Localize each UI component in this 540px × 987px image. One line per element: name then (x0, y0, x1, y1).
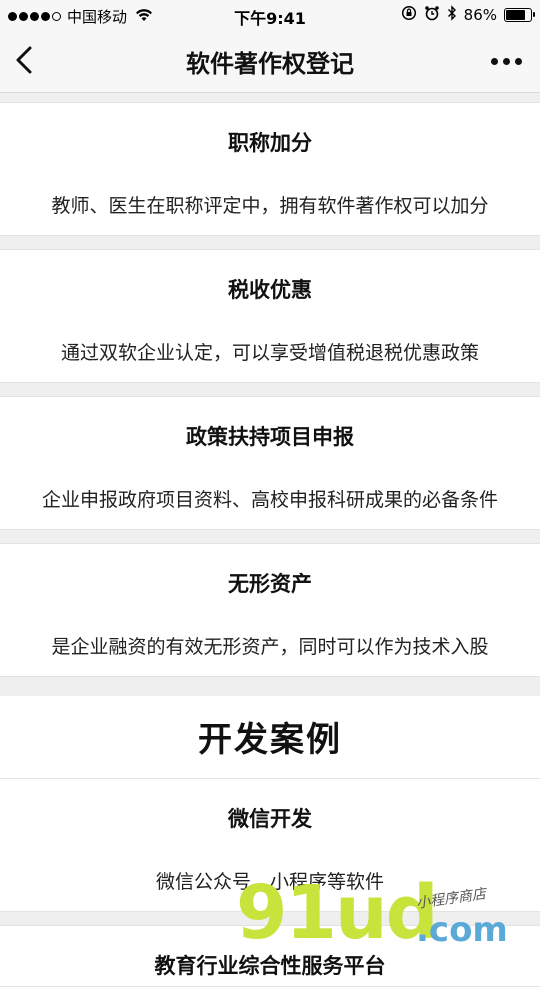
battery-percent: 86% (463, 6, 497, 24)
case-card-wechat[interactable]: 微信开发 微信公众号、小程序等软件 (0, 778, 540, 912)
more-dot-icon (503, 58, 510, 65)
page-title: 软件著作权登记 (186, 50, 354, 78)
card-title: 政策扶持项目申报 (186, 425, 354, 449)
card-description: 通过双软企业认定，可以享受增值税退税优惠政策 (60, 342, 479, 364)
bluetooth-icon (447, 5, 457, 25)
more-menu-button[interactable] (491, 58, 522, 65)
benefit-card-assets: 无形资产 是企业融资的有效无形资产，同时可以作为技术入股 (0, 543, 540, 677)
benefit-card-title-bonus: 职称加分 教师、医生在职称评定中，拥有软件著作权可以加分 (0, 102, 540, 236)
card-description: 微信公众号、小程序等软件 (155, 871, 384, 893)
card-description: 企业申报政府项目资料、高校申报科研成果的必备条件 (41, 489, 498, 511)
benefit-card-tax: 税收优惠 通过双软企业认定，可以享受增值税退税优惠政策 (0, 249, 540, 383)
case-card-education[interactable]: 教育行业综合性服务平台 (0, 925, 540, 987)
orientation-lock-icon (401, 5, 417, 25)
section-header: 开发案例 (0, 696, 540, 778)
card-description: 是企业融资的有效无形资产，同时可以作为技术入股 (51, 636, 489, 658)
card-title: 职称加分 (228, 131, 312, 155)
card-title: 微信开发 (228, 807, 312, 831)
status-right: 86% (401, 5, 535, 25)
more-dot-icon (515, 58, 522, 65)
section-title: 开发案例 (198, 720, 342, 760)
nav-bar: 软件著作权登记 (0, 30, 540, 93)
battery-fill (506, 10, 525, 20)
card-title: 无形资产 (228, 572, 312, 596)
benefit-card-policy: 政策扶持项目申报 企业申报政府项目资料、高校申报科研成果的必备条件 (0, 396, 540, 530)
card-title: 税收优惠 (228, 278, 312, 302)
card-title: 教育行业综合性服务平台 (154, 954, 386, 978)
battery-icon (504, 8, 535, 22)
status-bar: 中国移动 下午9:41 86% (0, 0, 540, 30)
card-description: 教师、医生在职称评定中，拥有软件著作权可以加分 (51, 195, 489, 217)
more-dot-icon (491, 58, 498, 65)
alarm-icon (424, 5, 440, 25)
